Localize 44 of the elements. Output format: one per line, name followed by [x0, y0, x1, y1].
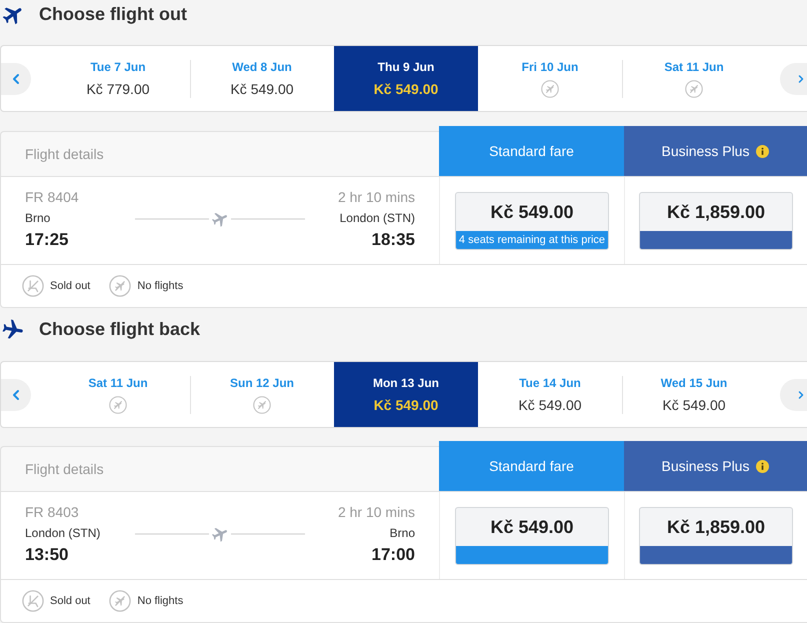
no-flights-icon [253, 396, 271, 414]
no-flights-icon [109, 590, 132, 612]
flight-number: FR 8404 [25, 188, 80, 206]
flight-number: FR 8403 [25, 503, 80, 521]
fare-strip: 4 seats remaining at this price [456, 231, 608, 249]
sold-out-icon [22, 590, 44, 612]
previous-dates-button[interactable] [1, 62, 31, 94]
section-title: Choose flight back [39, 318, 200, 340]
arrival-time: 17:00 [372, 544, 415, 566]
destination-city: Brno [390, 525, 415, 541]
no-flights-icon [109, 396, 127, 414]
fare-price-button[interactable]: Kč 1,859.00 [639, 192, 793, 250]
info-icon[interactable] [756, 144, 770, 158]
origin-city: London (STN) [25, 525, 102, 541]
column-title: Flight details [25, 460, 104, 479]
legend-label: No flights [137, 278, 184, 294]
departure-time: 17:25 [25, 229, 70, 251]
column-title: Business Plus [662, 456, 750, 476]
date-tab[interactable]: Thu 9 Jun Kč 549.00 [334, 46, 478, 111]
arrival-time: 18:35 [372, 229, 415, 251]
info-icon[interactable] [756, 460, 770, 472]
legend-label: No flights [137, 594, 184, 609]
no-flights-icon [541, 80, 559, 98]
plane-icon [2, 318, 24, 340]
section-title: Choose flight out [39, 3, 187, 25]
flight-duration: 2 hr 10 mins [338, 188, 415, 206]
column-title: Business Plus [662, 142, 750, 160]
sold-out-icon [22, 275, 44, 297]
destination-city: London (STN) [340, 210, 415, 226]
date-tab[interactable]: Mon 13 Jun Kč 549.00 [334, 362, 478, 427]
column-title: Standard fare [489, 142, 574, 160]
previous-dates-button[interactable] [1, 378, 31, 410]
no-flights-icon [685, 80, 703, 98]
origin-city: Brno [25, 210, 52, 226]
fare-price-button[interactable]: Kč 1,859.00 [639, 507, 793, 565]
fare-price-button[interactable]: Kč 549.00 [455, 507, 609, 565]
no-flights-icon [109, 275, 132, 297]
fare-price-button[interactable]: Kč 549.00 4 seats remaining at this price [455, 192, 609, 250]
legend-label: Sold out [50, 594, 90, 609]
legend-label: Sold out [50, 278, 90, 294]
flight-duration: 2 hr 10 mins [338, 503, 415, 521]
column-title: Flight details [25, 144, 104, 164]
departure-time: 13:50 [25, 544, 70, 566]
column-title: Standard fare [489, 456, 574, 476]
